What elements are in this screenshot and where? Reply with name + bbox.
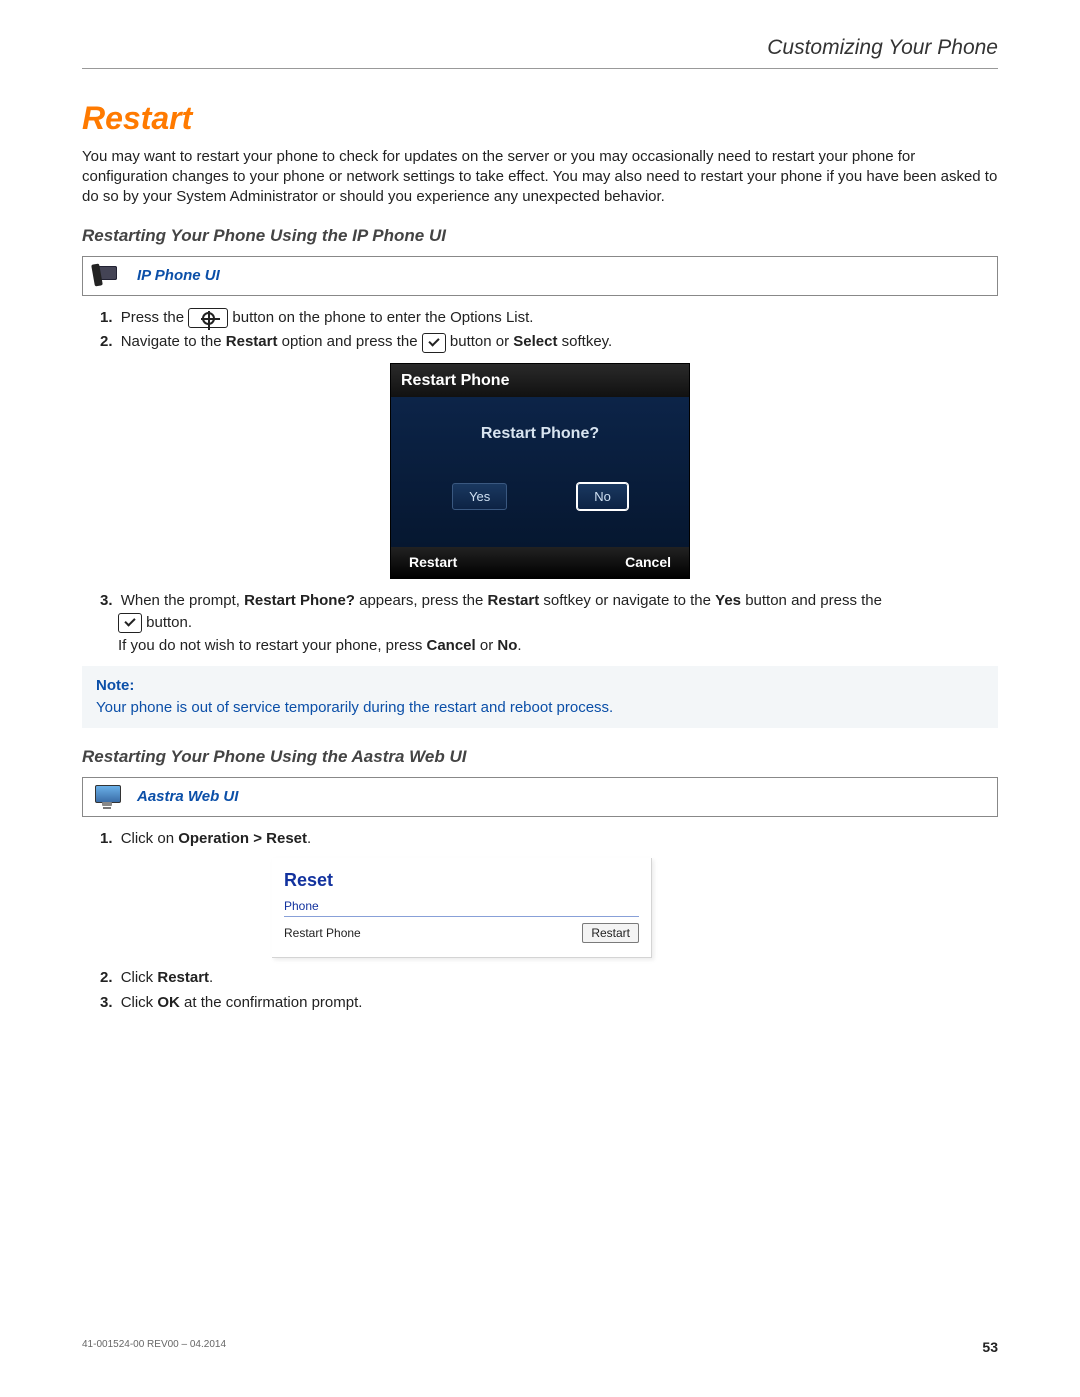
web-step-3: 3. Click OK at the confirmation prompt. (100, 993, 998, 1013)
step-text: appears, press the (355, 592, 488, 609)
webui-restart-label: Restart Phone (284, 925, 361, 941)
phone-screen-question: Restart Phone? (391, 397, 689, 445)
subheading-web: Restarting Your Phone Using the Aastra W… (82, 746, 998, 769)
aastra-web-ui-label: Aastra Web UI (137, 787, 238, 807)
step-text: button on the phone to enter the Options… (232, 309, 533, 326)
bold-select: Select (513, 333, 557, 350)
step-text: When the prompt, (121, 592, 244, 609)
step-text: button and press the (741, 592, 882, 609)
step-text: If you do not wish to restart your phone… (118, 637, 427, 654)
footer-docid: 41-001524-00 REV00 – 04.2014 (82, 1338, 226, 1357)
check-icon (428, 337, 440, 349)
note-label: Note: (96, 676, 984, 696)
monitor-icon (93, 785, 123, 809)
phone-yes-button: Yes (452, 483, 507, 511)
step-number: 2. (100, 969, 113, 986)
step-number: 1. (100, 830, 113, 847)
note-text: Your phone is out of service temporarily… (96, 698, 984, 718)
bold-prompt: Restart Phone? (244, 592, 355, 609)
options-key (188, 308, 228, 328)
step-text: button or (446, 333, 514, 350)
ip-phone-ui-box: IP Phone UI (82, 256, 998, 296)
step-text: . (517, 637, 521, 654)
phone-no-button: No (577, 483, 628, 511)
subheading-ip: Restarting Your Phone Using the IP Phone… (82, 225, 998, 248)
step-number: 2. (100, 333, 113, 350)
phone-screen-title: Restart Phone (391, 364, 689, 398)
ip-step-1: 1. Press the button on the phone to ente… (100, 308, 998, 328)
softkey-cancel: Cancel (625, 553, 671, 572)
note-box: Note: Your phone is out of service tempo… (82, 666, 998, 729)
bold-restart: Restart (157, 969, 209, 986)
ip-step-2: 2. Navigate to the Restart option and pr… (100, 332, 998, 352)
gear-icon (202, 312, 215, 325)
softkey-restart: Restart (409, 553, 457, 572)
bold-yes: Yes (715, 592, 741, 609)
confirm-key (118, 613, 142, 633)
ip-step-3: 3. When the prompt, Restart Phone? appea… (100, 591, 998, 656)
web-ui-reset-panel: Reset Phone Restart Phone Restart (272, 858, 652, 959)
step-text: softkey or navigate to the (539, 592, 715, 609)
step-number: 3. (100, 994, 113, 1011)
web-step-1: 1. Click on Operation > Reset. (100, 829, 998, 849)
webui-title: Reset (284, 868, 639, 892)
step-number: 3. (100, 592, 113, 609)
bold-cancel: Cancel (427, 637, 476, 654)
phone-screen-mock: Restart Phone Restart Phone? Yes No Rest… (390, 363, 690, 579)
footer-page-number: 53 (982, 1338, 998, 1357)
webui-restart-button[interactable]: Restart (582, 923, 639, 943)
section-title: Restart (82, 97, 998, 140)
bold-no: No (497, 637, 517, 654)
step-text: button. (142, 614, 192, 631)
step-text: softkey. (557, 333, 612, 350)
step-number: 1. (100, 309, 113, 326)
webui-phone-section: Phone (284, 898, 639, 917)
phone-icon (93, 264, 123, 288)
step-text: . (307, 830, 311, 847)
bold-operation-reset: Operation > Reset (178, 830, 307, 847)
ip-phone-ui-label: IP Phone UI (137, 266, 220, 286)
step-text: Click (121, 969, 158, 986)
bold-restart: Restart (226, 333, 278, 350)
step-text: Click (121, 994, 158, 1011)
bold-restart: Restart (488, 592, 540, 609)
web-step-2: 2. Click Restart. (100, 968, 998, 988)
step-text: or (476, 637, 498, 654)
confirm-key (422, 333, 446, 353)
aastra-web-ui-box: Aastra Web UI (82, 777, 998, 817)
step-text: option and press the (277, 333, 421, 350)
bold-ok: OK (157, 994, 180, 1011)
step-text: at the confirmation prompt. (180, 994, 363, 1011)
section-intro: You may want to restart your phone to ch… (82, 147, 998, 208)
step-text: Navigate to the (121, 333, 226, 350)
step-text: Click on (121, 830, 179, 847)
step-text: Press the (121, 309, 184, 326)
step-text: . (209, 969, 213, 986)
page-header: Customizing Your Phone (82, 34, 998, 69)
check-icon (124, 617, 136, 629)
